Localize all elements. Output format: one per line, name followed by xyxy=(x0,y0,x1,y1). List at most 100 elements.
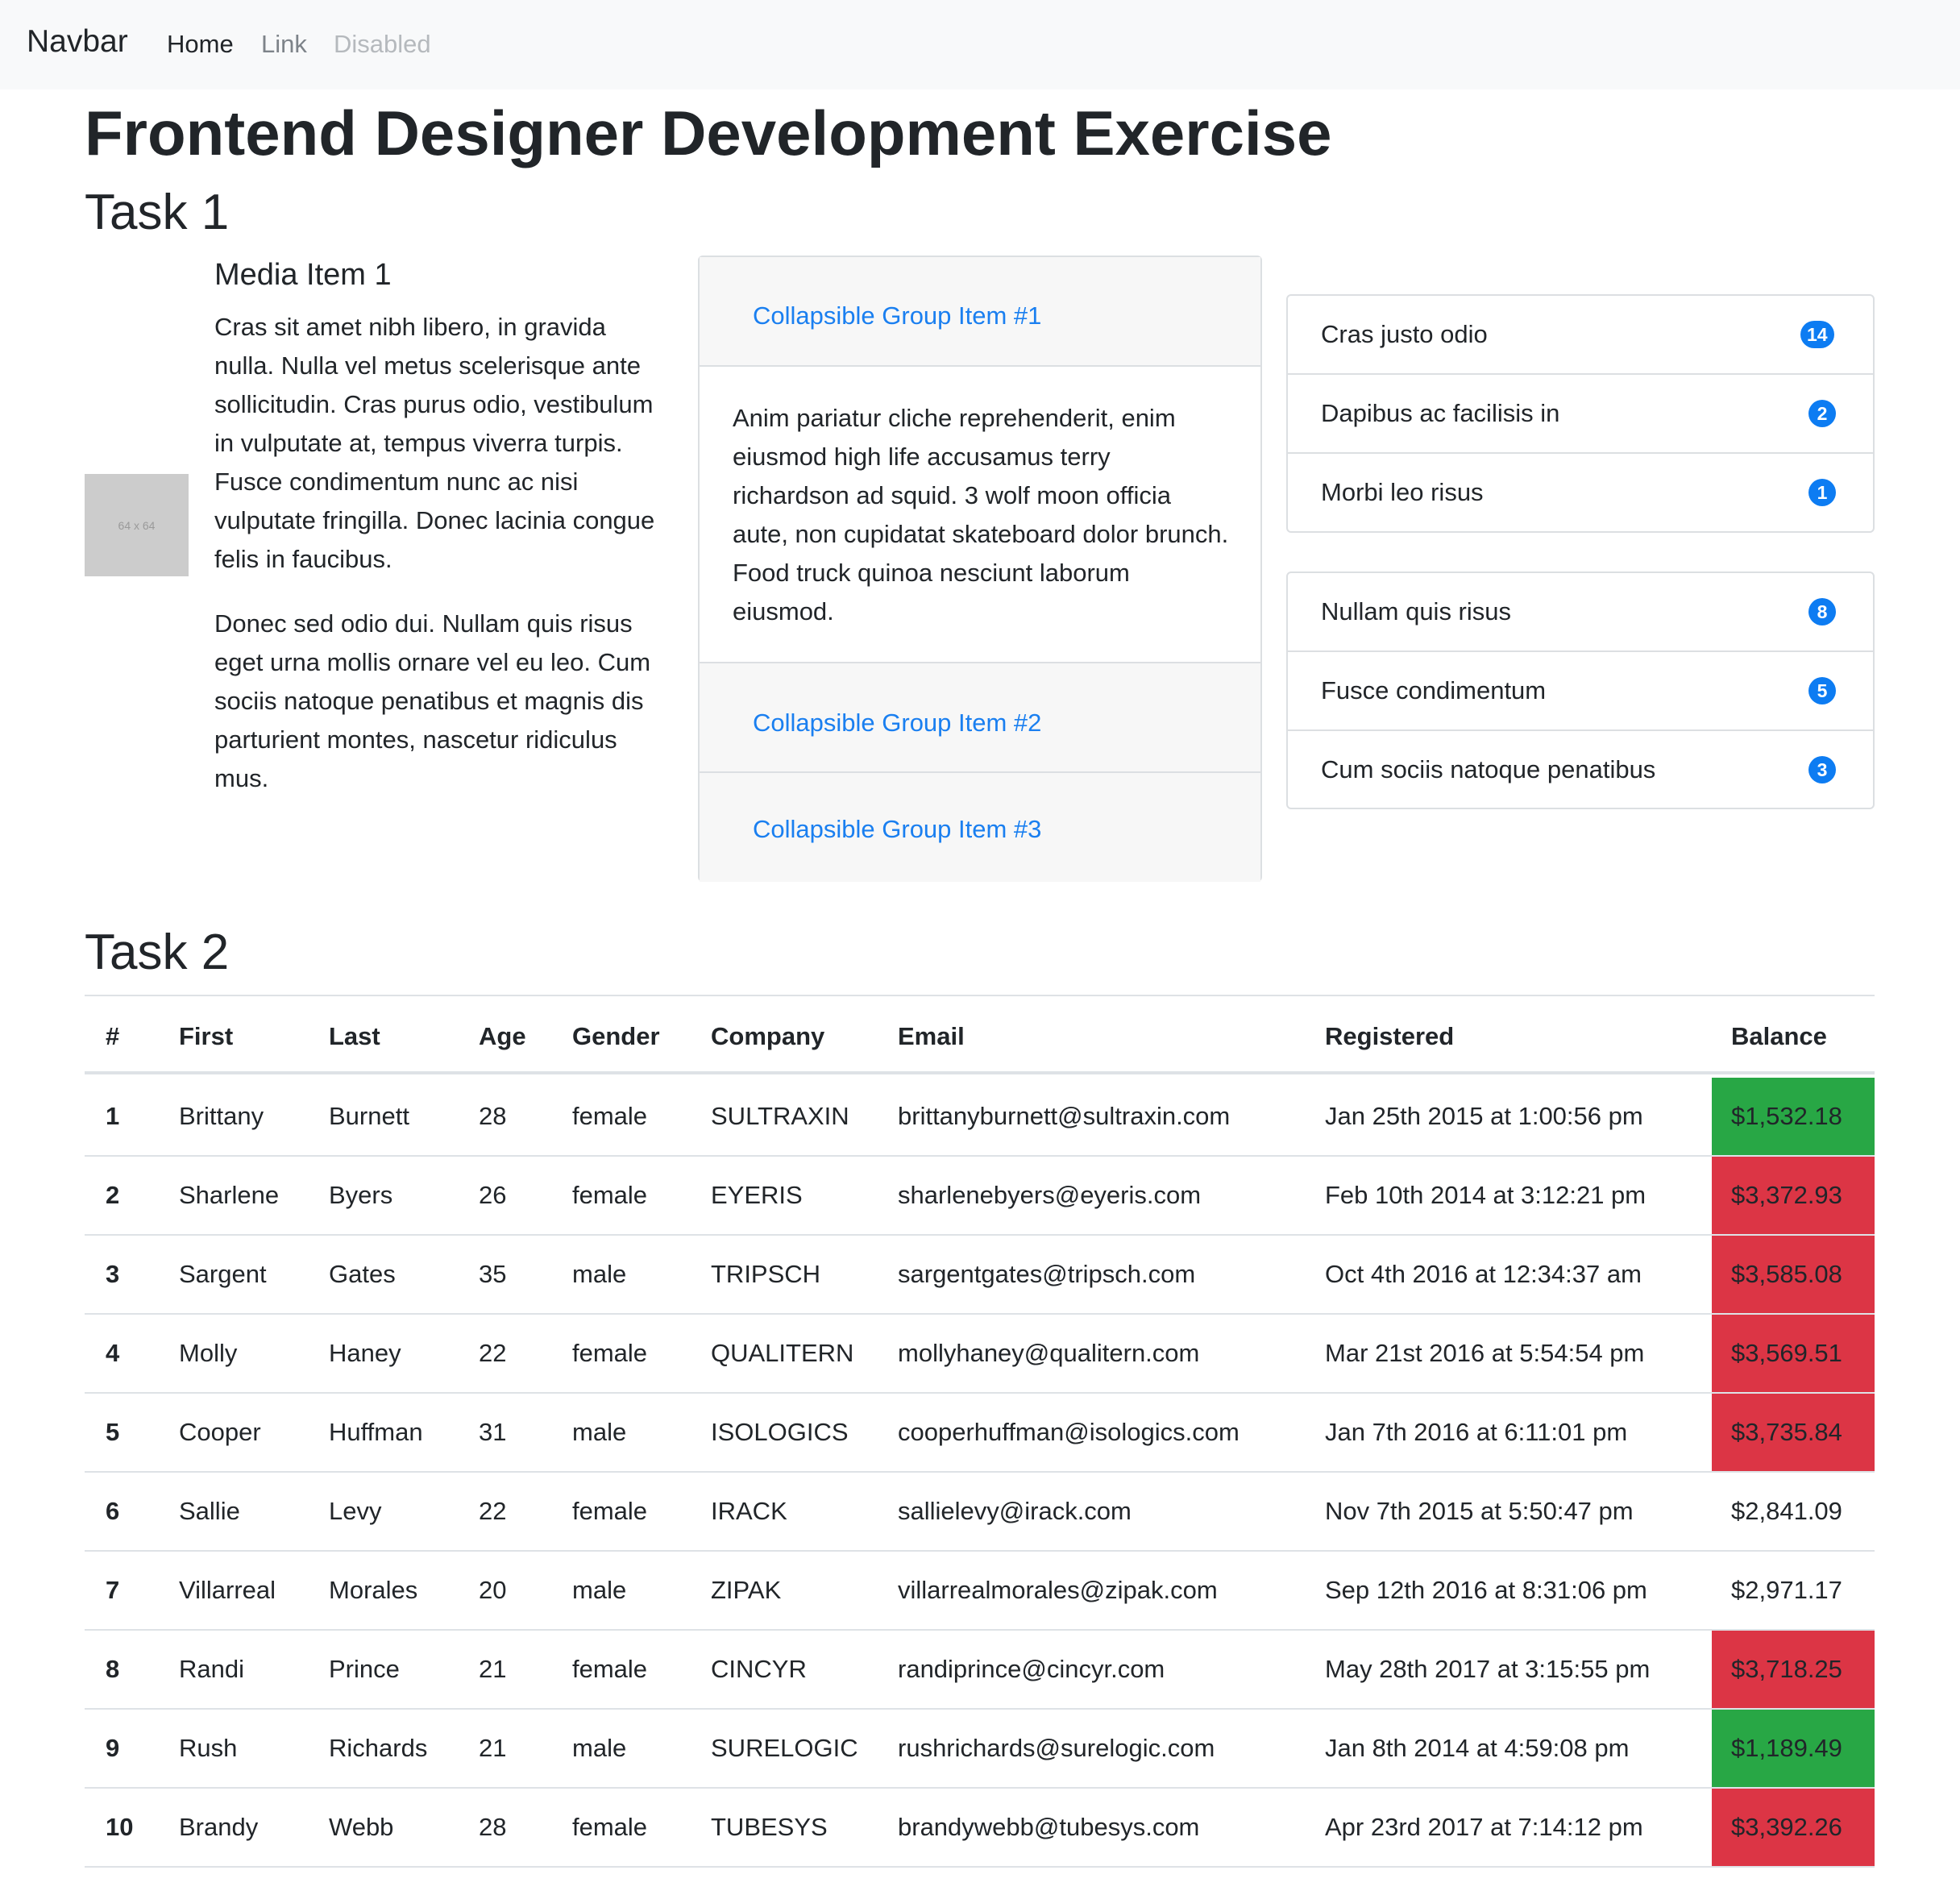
cell-gender: male xyxy=(572,1418,627,1446)
col-header-company[interactable]: Company xyxy=(711,1022,824,1051)
cell-last: Richards xyxy=(329,1734,428,1762)
cell-first: Villarreal xyxy=(179,1576,276,1604)
count-badge: 8 xyxy=(1808,598,1836,625)
cell-registered: May 28th 2017 at 3:15:55 pm xyxy=(1325,1655,1651,1683)
table-row: 9 Rush Richards 21 male SURELOGIC rushrichards… xyxy=(85,1710,1875,1789)
cell-email: sallielevy@irack.com xyxy=(898,1497,1132,1525)
cell-registered: Feb 10th 2014 at 3:12:21 pm xyxy=(1325,1181,1646,1209)
cell-age: 22 xyxy=(479,1339,507,1367)
cell-registered: Apr 23rd 2017 at 7:14:12 pm xyxy=(1325,1813,1643,1841)
cell-age: 22 xyxy=(479,1497,507,1525)
list-item[interactable]: Dapibus ac facilisis in 2 xyxy=(1288,375,1873,454)
accordion-header-2[interactable]: Collapsible Group Item #2 xyxy=(700,663,1260,773)
cell-company: ZIPAK xyxy=(711,1576,782,1604)
cell-email: villarrealmorales@zipak.com xyxy=(898,1576,1218,1604)
cell-age: 26 xyxy=(479,1181,507,1209)
nav-link-link[interactable]: Link xyxy=(261,30,307,59)
cell-email: mollyhaney@qualitern.com xyxy=(898,1339,1200,1367)
accordion-toggle-3[interactable]: Collapsible Group Item #3 xyxy=(753,815,1041,844)
cell-gender: female xyxy=(572,1813,648,1841)
table-row: 8 Randi Prince 21 female CINCYR randiprince@ci… xyxy=(85,1631,1875,1710)
cell-age: 20 xyxy=(479,1576,507,1604)
col-header-email[interactable]: Email xyxy=(898,1022,965,1051)
cell-last: Byers xyxy=(329,1181,393,1209)
accordion: Collapsible Group Item #1 Anim pariatur … xyxy=(698,256,1262,882)
cell-num: 1 xyxy=(106,1102,120,1130)
table-row: 10 Brandy Webb 28 female TUBESYS brandywebb@tu… xyxy=(85,1789,1875,1868)
col-header-registered[interactable]: Registered xyxy=(1325,1022,1454,1051)
balance-value: $1,532.18 xyxy=(1731,1102,1842,1130)
cell-num: 8 xyxy=(106,1655,120,1683)
cell-first: Brandy xyxy=(179,1813,259,1841)
cell-gender: male xyxy=(572,1260,627,1288)
col-header-number[interactable]: # xyxy=(106,1022,119,1051)
cell-company: ISOLOGICS xyxy=(711,1418,849,1446)
cell-first: Molly xyxy=(179,1339,238,1367)
col-header-balance[interactable]: Balance xyxy=(1731,1022,1827,1051)
cell-company: IRACK xyxy=(711,1497,787,1525)
accordion-toggle-1[interactable]: Collapsible Group Item #1 xyxy=(753,301,1041,330)
cell-num: 9 xyxy=(106,1734,120,1762)
cell-first: Rush xyxy=(179,1734,238,1762)
cell-gender: female xyxy=(572,1655,648,1683)
table-row: 3 Sargent Gates 35 male TRIPSCH sargentgates@t… xyxy=(85,1236,1875,1315)
navbar: Navbar Home Link Disabled xyxy=(0,0,1960,89)
balance-value: $2,971.17 xyxy=(1731,1576,1842,1604)
list-item-label: Morbi leo risus xyxy=(1321,478,1484,506)
cell-num: 7 xyxy=(106,1576,120,1604)
list-item-label: Dapibus ac facilisis in xyxy=(1321,399,1560,427)
col-header-first[interactable]: First xyxy=(179,1022,233,1051)
balance-value: $1,189.49 xyxy=(1731,1734,1842,1762)
table-row: 6 Sallie Levy 22 female IRACK sallielevy@irack… xyxy=(85,1473,1875,1552)
table-row: 5 Cooper Huffman 31 male ISOLOGICS cooperhuffm… xyxy=(85,1394,1875,1473)
cell-num: 4 xyxy=(106,1339,120,1367)
count-badge: 3 xyxy=(1808,756,1836,783)
list-item[interactable]: Cum sociis natoque penatibus 3 xyxy=(1288,731,1873,810)
balance-value: $3,569.51 xyxy=(1731,1339,1842,1367)
cell-balance: $3,392.26 xyxy=(1712,1789,1875,1866)
page-title: Frontend Designer Development Exercise xyxy=(85,98,1332,168)
nav-link-home[interactable]: Home xyxy=(167,30,234,59)
col-header-age[interactable]: Age xyxy=(479,1022,526,1051)
list-item[interactable]: Nullam quis risus 8 xyxy=(1288,573,1873,652)
cell-balance: $1,189.49 xyxy=(1712,1710,1875,1787)
cell-num: 5 xyxy=(106,1418,120,1446)
list-group-2: Nullam quis risus 8 Fusce condimentum 5 … xyxy=(1286,571,1875,809)
cell-email: brandywebb@tubesys.com xyxy=(898,1813,1200,1841)
cell-registered: Jan 8th 2014 at 4:59:08 pm xyxy=(1325,1734,1630,1762)
table-row: 2 Sharlene Byers 26 female EYERIS sharlenebyer… xyxy=(85,1157,1875,1236)
navbar-brand[interactable]: Navbar xyxy=(27,24,128,60)
balance-value: $3,735.84 xyxy=(1731,1418,1842,1446)
task1-heading: Task 1 xyxy=(85,185,230,240)
cell-first: Brittany xyxy=(179,1102,264,1130)
cell-last: Huffman xyxy=(329,1418,423,1446)
col-header-last[interactable]: Last xyxy=(329,1022,380,1051)
cell-email: cooperhuffman@isologics.com xyxy=(898,1418,1240,1446)
cell-first: Sallie xyxy=(179,1497,240,1525)
cell-balance: $3,569.51 xyxy=(1712,1315,1875,1392)
cell-last: Morales xyxy=(329,1576,418,1604)
media-paragraph-2: Donec sed odio dui. Nullam quis risus eg… xyxy=(214,609,651,792)
cell-balance: $2,841.09 xyxy=(1712,1473,1875,1550)
cell-last: Levy xyxy=(329,1497,382,1525)
cell-email: rushrichards@surelogic.com xyxy=(898,1734,1215,1762)
accordion-header-1[interactable]: Collapsible Group Item #1 xyxy=(700,257,1260,367)
accordion-header-3[interactable]: Collapsible Group Item #3 xyxy=(700,773,1260,882)
cell-balance: $3,735.84 xyxy=(1712,1394,1875,1471)
count-badge: 14 xyxy=(1800,321,1834,348)
cell-first: Sharlene xyxy=(179,1181,280,1209)
cell-age: 31 xyxy=(479,1418,507,1446)
cell-gender: female xyxy=(572,1497,648,1525)
cell-registered: Nov 7th 2015 at 5:50:47 pm xyxy=(1325,1497,1634,1525)
accordion-body-text: Anim pariatur cliche reprehenderit, enim… xyxy=(733,404,1229,625)
list-item[interactable]: Cras justo odio 14 xyxy=(1288,296,1873,375)
list-group-1: Cras justo odio 14 Dapibus ac facilisis … xyxy=(1286,294,1875,533)
cell-balance: $3,718.25 xyxy=(1712,1631,1875,1708)
balance-value: $3,585.08 xyxy=(1731,1260,1842,1288)
cell-company: TUBESYS xyxy=(711,1813,828,1841)
col-header-gender[interactable]: Gender xyxy=(572,1022,660,1051)
accordion-toggle-2[interactable]: Collapsible Group Item #2 xyxy=(753,709,1041,738)
list-item[interactable]: Morbi leo risus 1 xyxy=(1288,454,1873,533)
list-item-label: Fusce condimentum xyxy=(1321,676,1547,704)
list-item[interactable]: Fusce condimentum 5 xyxy=(1288,652,1873,731)
